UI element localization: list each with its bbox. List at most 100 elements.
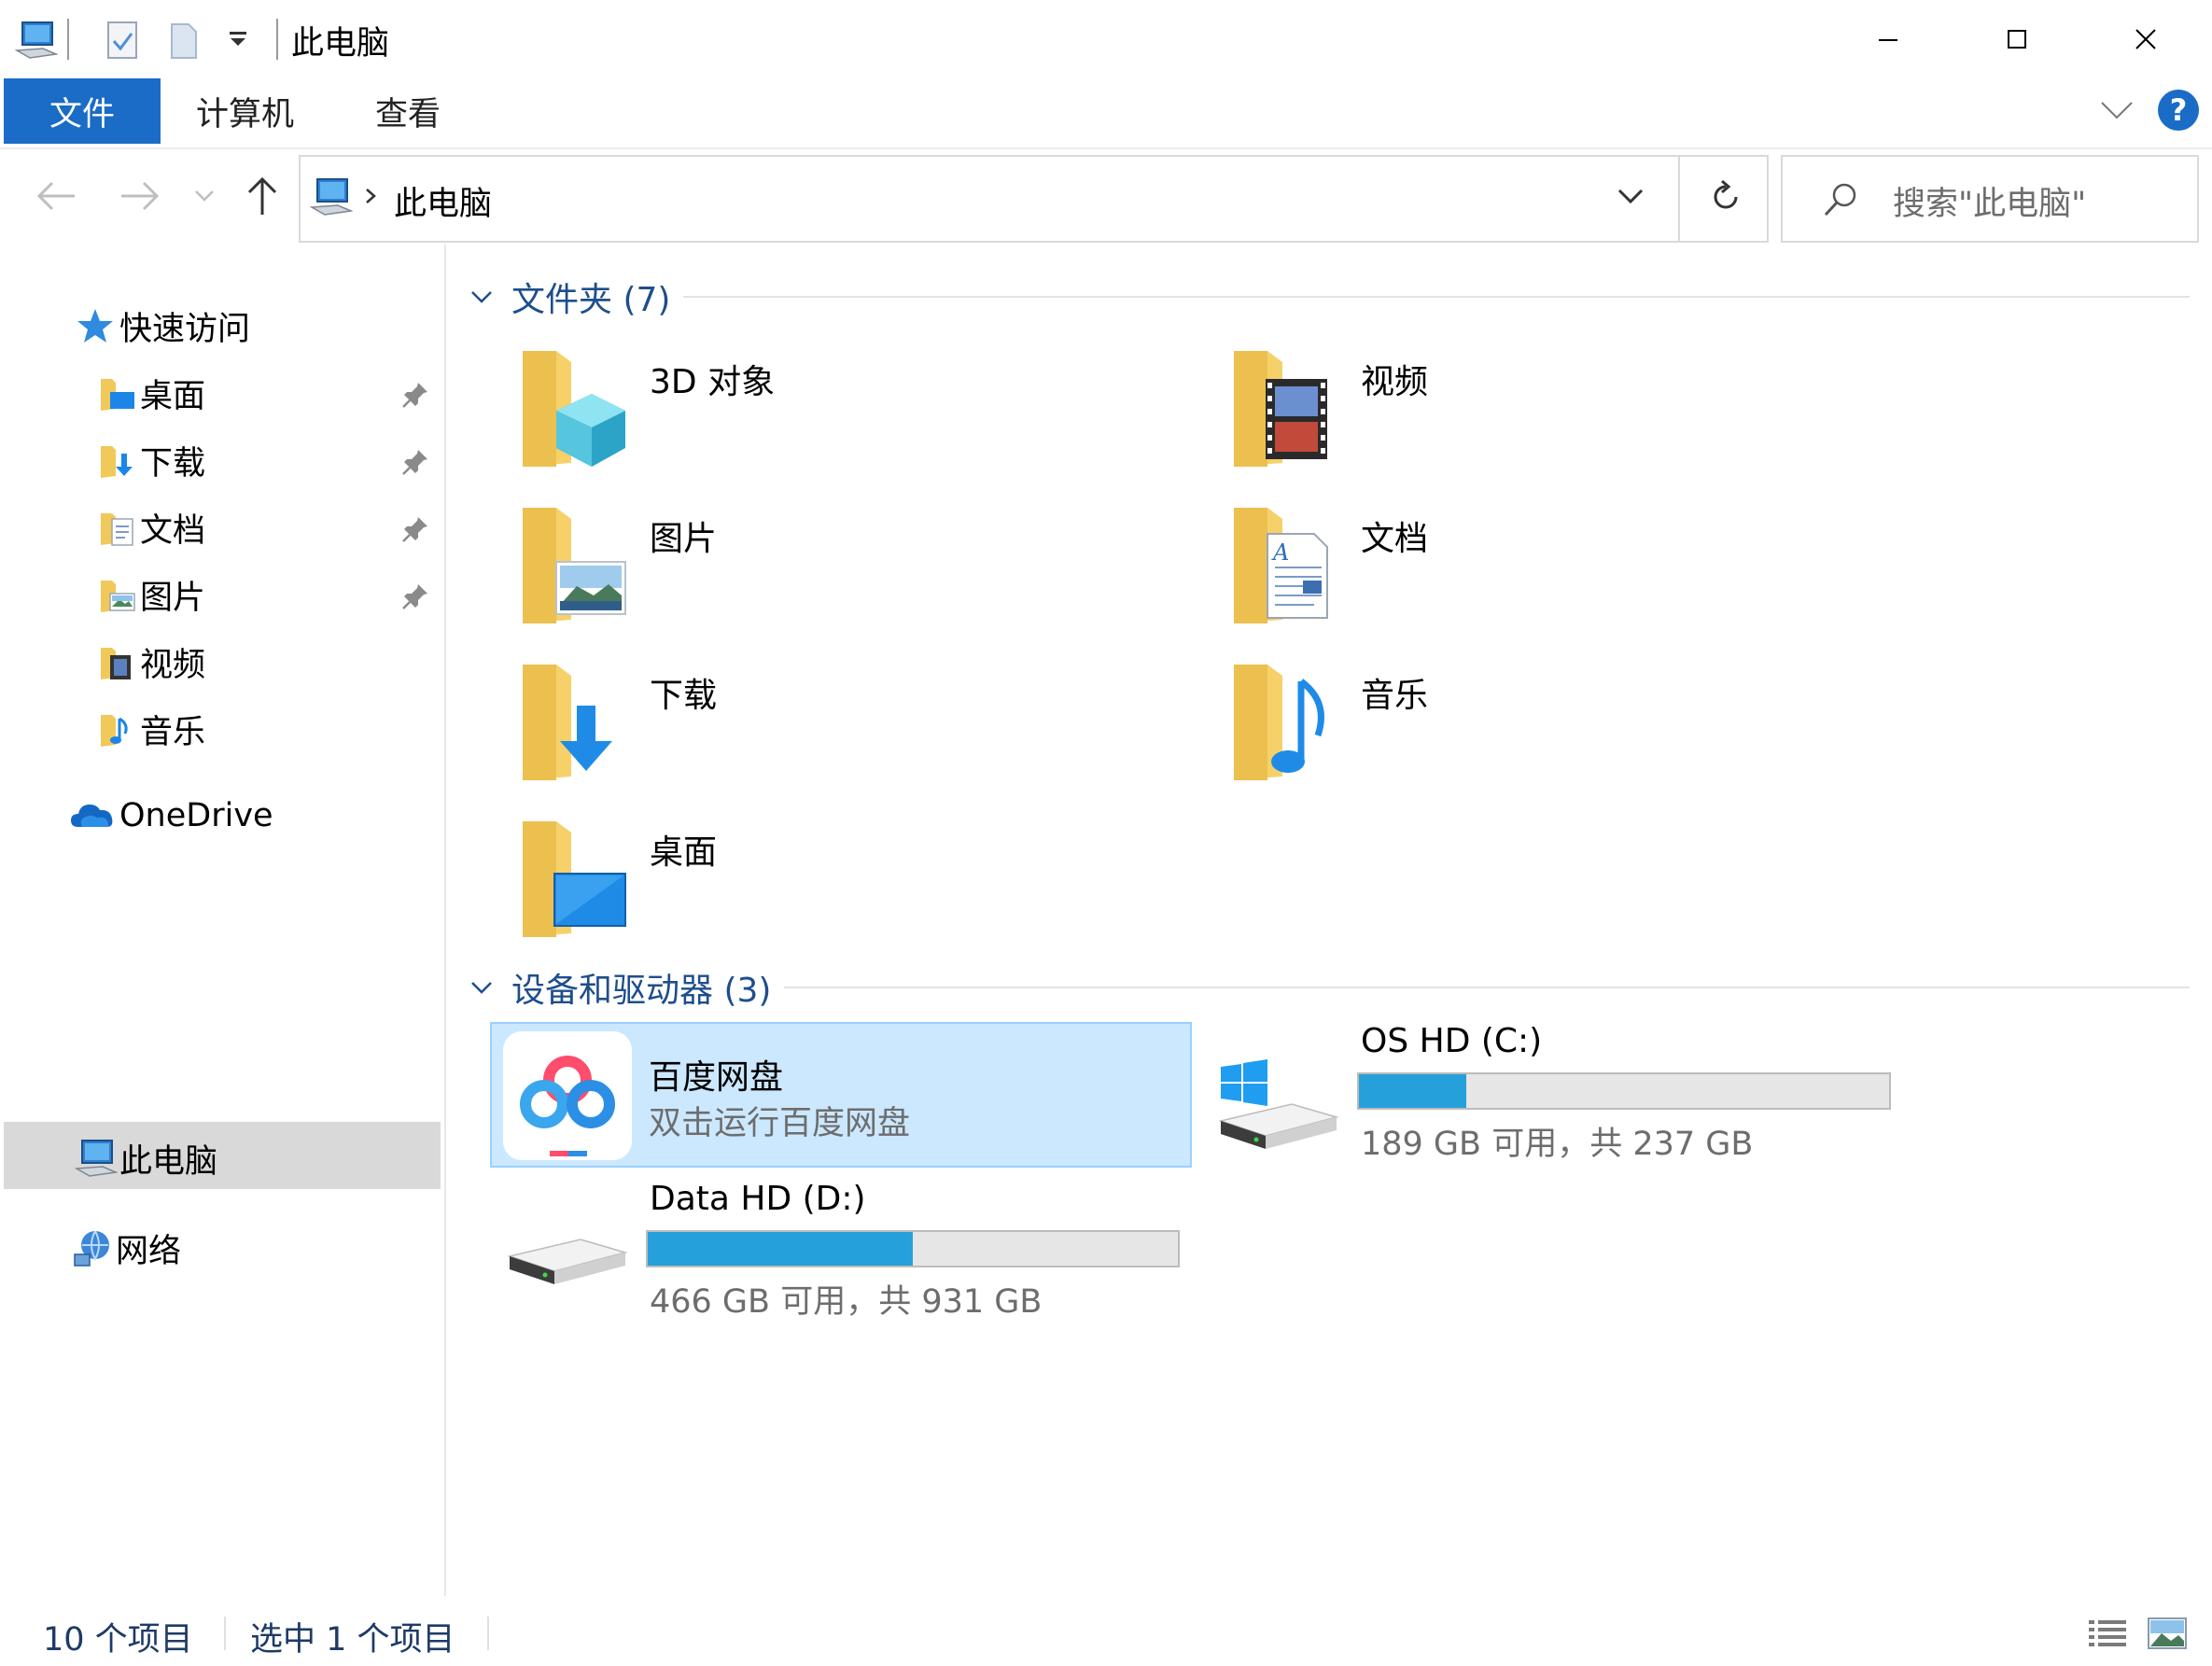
videos-folder-icon — [101, 647, 131, 679]
drive-usage-fill — [648, 1232, 913, 1266]
video-icon — [1234, 351, 1327, 467]
folder-3d-objects[interactable]: 3D 对象 — [519, 345, 1154, 476]
up-arrow-icon — [247, 176, 277, 215]
separator — [67, 19, 69, 60]
pin-icon[interactable] — [401, 448, 429, 480]
group-header-devices[interactable]: 设备和驱动器 (3) — [470, 963, 771, 1012]
pin-icon[interactable] — [401, 582, 429, 614]
drive-space: 189 GB 可用，共 237 GB — [1361, 1126, 1754, 1163]
group-header-label: 文件夹 (7) — [511, 281, 671, 319]
nav-label: 图片 — [140, 580, 206, 617]
document-icon: A — [1234, 508, 1328, 623]
nav-label: 快速访问 — [119, 311, 251, 348]
nav-label: 文档 — [140, 512, 206, 550]
chevron-down-icon — [195, 190, 214, 202]
folder-label: 视频 — [1361, 363, 1429, 401]
computer-icon[interactable] — [14, 21, 59, 63]
nav-quick-access[interactable]: 快速访问 — [75, 302, 250, 350]
collapse-chevron-icon — [471, 291, 492, 303]
folder-music[interactable]: 音乐 — [1230, 659, 1865, 790]
nav-item-pictures[interactable]: 图片 — [97, 571, 205, 619]
up-button[interactable] — [241, 168, 284, 224]
downloads-folder-icon — [101, 445, 133, 478]
device-subtitle: 双击运行百度网盘 — [649, 1105, 911, 1142]
picture-icon — [523, 508, 626, 623]
item-count: 10 个项目 — [43, 1621, 193, 1659]
hard-drive-icon — [507, 1239, 627, 1284]
new-folder-icon[interactable] — [168, 21, 202, 65]
window-title: 此电脑 — [291, 25, 390, 63]
maximize-button[interactable] — [1953, 0, 2081, 78]
address-bar[interactable]: 此电脑 — [299, 155, 1769, 243]
drive-usage-bar — [1357, 1072, 1891, 1110]
download-icon — [523, 665, 612, 780]
drive-c[interactable]: OS HD (C:) 189 GB 可用，共 237 GB — [1213, 1022, 1904, 1168]
details-view-icon[interactable] — [2087, 1617, 2128, 1654]
folder-downloads[interactable]: 下载 — [519, 659, 1154, 790]
back-button[interactable] — [34, 168, 78, 224]
properties-icon[interactable] — [105, 21, 142, 65]
folder-pictures[interactable]: 图片 — [519, 502, 1154, 633]
forward-arrow-icon — [121, 181, 160, 211]
onedrive-cloud-icon — [71, 805, 113, 827]
help-button[interactable]: ? — [2158, 90, 2199, 131]
search-icon — [1824, 183, 1856, 217]
folder-documents[interactable]: A 文档 — [1230, 502, 1865, 633]
customize-quick-access-icon[interactable] — [228, 32, 248, 50]
folder-label: 图片 — [650, 520, 718, 558]
folder-desktop[interactable]: 桌面 — [519, 816, 1154, 946]
tab-file[interactable]: 文件 — [4, 78, 161, 144]
device-baidu-netdisk[interactable]: 百度网盘 双击运行百度网盘 — [490, 1022, 1192, 1168]
refresh-button[interactable] — [1678, 155, 1769, 243]
folder-label: 音乐 — [1361, 677, 1429, 715]
group-header-folders[interactable]: 文件夹 (7) — [470, 273, 670, 321]
nav-onedrive[interactable]: OneDrive — [69, 795, 273, 836]
computer-icon — [309, 177, 354, 222]
ribbon: 文件 计算机 查看 ? — [0, 78, 2212, 147]
group-header-label: 设备和驱动器 (3) — [511, 972, 772, 1010]
nav-item-desktop[interactable]: 桌面 — [97, 370, 205, 417]
separator — [224, 1617, 226, 1650]
back-arrow-icon — [36, 181, 75, 211]
tab-view[interactable]: 查看 — [375, 78, 441, 144]
folder-label: 下载 — [650, 677, 718, 715]
breadcrumb-this-pc[interactable]: 此电脑 — [394, 177, 492, 225]
nav-item-videos[interactable]: 视频 — [97, 638, 205, 686]
nav-item-documents[interactable]: 文档 — [97, 504, 205, 552]
nav-item-downloads[interactable]: 下载 — [97, 437, 205, 484]
search-input[interactable]: 搜索"此电脑" — [1893, 177, 2086, 225]
address-history-chevron-icon[interactable] — [1617, 187, 1645, 209]
group-divider — [784, 987, 2190, 988]
pin-icon[interactable] — [401, 381, 429, 413]
recent-locations-button[interactable] — [192, 168, 217, 224]
folder-label: 3D 对象 — [650, 363, 776, 401]
nav-label: OneDrive — [119, 797, 273, 834]
nav-this-pc[interactable]: 此电脑 — [75, 1135, 217, 1183]
nav-label: 下载 — [140, 445, 206, 483]
status-bar: 10 个项目 选中 1 个项目 — [0, 1596, 2212, 1666]
documents-folder-icon — [101, 512, 133, 546]
forward-button[interactable] — [118, 168, 162, 224]
nav-item-music[interactable]: 音乐 — [97, 706, 205, 753]
nav-label: 此电脑 — [119, 1143, 218, 1181]
windows-drive-icon — [1218, 1059, 1338, 1149]
drive-d[interactable]: Data HD (D:) 466 GB 可用，共 931 GB — [502, 1180, 1193, 1325]
nav-selection-highlight — [4, 1122, 441, 1189]
large-icons-view-icon[interactable] — [2147, 1615, 2188, 1656]
breadcrumb-chevron-icon[interactable] — [364, 187, 377, 209]
music-icon — [1234, 665, 1324, 780]
minimize-button[interactable] — [1824, 0, 1953, 78]
folder-videos[interactable]: 视频 — [1230, 345, 1865, 476]
network-icon — [74, 1230, 109, 1267]
folder-label: 桌面 — [650, 833, 718, 872]
desktop-folder-icon — [101, 378, 134, 411]
expand-ribbon-chevron-icon[interactable] — [2100, 99, 2134, 125]
tab-computer[interactable]: 计算机 — [196, 78, 294, 144]
drive-usage-bar — [646, 1230, 1180, 1267]
nav-network[interactable]: 网络 — [71, 1225, 181, 1272]
close-button[interactable] — [2081, 0, 2210, 78]
close-icon — [2135, 29, 2156, 49]
search-box[interactable]: 搜索"此电脑" — [1781, 155, 2199, 243]
svg-text:A: A — [1271, 539, 1289, 566]
pin-icon[interactable] — [401, 515, 429, 547]
